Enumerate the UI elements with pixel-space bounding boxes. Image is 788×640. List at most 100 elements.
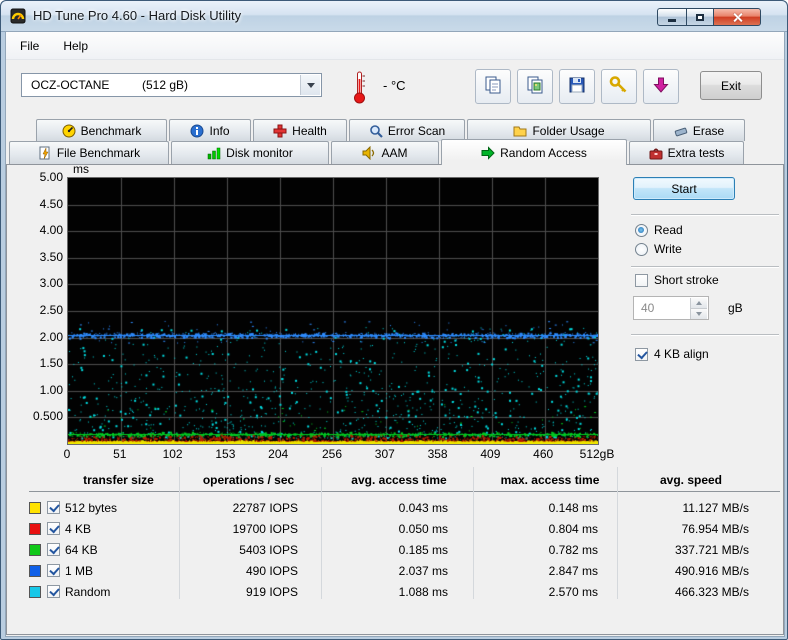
transfer-size-label: 4 KB	[65, 522, 91, 536]
tab-error-scan[interactable]: Error Scan	[349, 119, 465, 141]
short-stroke-unit-label: gB	[728, 301, 743, 315]
tab-file-benchmark[interactable]: File Benchmark	[9, 141, 169, 164]
app-icon	[10, 8, 26, 24]
minimize-button[interactable]	[657, 8, 686, 26]
thermometer-icon	[352, 70, 367, 104]
short-stroke-option[interactable]: Short stroke	[635, 273, 719, 287]
window-controls	[657, 8, 761, 26]
table-row-random: Random919 IOPS1.088 ms2.570 ms466.323 MB…	[1, 582, 779, 602]
series-color-swatch	[29, 586, 41, 598]
header-rule	[29, 491, 780, 492]
copy-image-button[interactable]	[517, 69, 553, 104]
random-access-chart	[67, 177, 599, 445]
align-label: 4 KB align	[654, 347, 709, 361]
file-benchmark-icon	[38, 146, 52, 160]
titlebar[interactable]: HD Tune Pro 4.60 - Hard Disk Utility	[1, 1, 787, 32]
row-checkbox[interactable]	[47, 522, 60, 535]
short-stroke-checkbox[interactable]	[635, 274, 648, 287]
info-icon	[190, 124, 204, 138]
y-tick-label: 2.00	[17, 330, 63, 344]
x-tick-label: 409	[460, 447, 520, 461]
x-tick-label: 512gB	[567, 447, 627, 461]
drive-name: OCZ-OCTANE	[31, 78, 109, 92]
copy-text-button[interactable]	[475, 69, 511, 104]
chevron-down-icon[interactable]	[300, 75, 320, 95]
download-icon	[651, 75, 671, 98]
access-key-button[interactable]	[601, 69, 637, 104]
tab-extra-tests[interactable]: Extra tests	[629, 141, 744, 164]
exit-button[interactable]: Exit	[700, 71, 762, 100]
table-row-4-kb: 4 KB19700 IOPS0.050 ms0.804 ms76.954 MB/…	[1, 519, 779, 539]
series-color-swatch	[29, 502, 41, 514]
y-axis-unit: ms	[73, 162, 89, 176]
cell-avg: 0.185 ms	[331, 543, 448, 557]
download-button[interactable]	[643, 69, 679, 104]
cell-avg: 1.088 ms	[331, 585, 448, 599]
menu-help[interactable]: Help	[53, 35, 98, 57]
start-button[interactable]: Start	[633, 177, 735, 200]
menu-file[interactable]: File	[10, 35, 49, 57]
tab-label: Folder Usage	[532, 124, 604, 138]
write-option[interactable]: Write	[635, 242, 682, 256]
save-icon	[567, 75, 587, 98]
tab-benchmark[interactable]: Benchmark	[36, 119, 167, 141]
table-row-1-mb: 1 MB490 IOPS2.037 ms2.847 ms490.916 MB/s	[1, 561, 779, 581]
x-tick-label: 204	[248, 447, 308, 461]
aam-icon	[362, 146, 376, 160]
align-checkbox[interactable]	[635, 348, 648, 361]
drive-capacity: (512 gB)	[142, 78, 188, 92]
tab-label: File Benchmark	[57, 146, 140, 160]
drive-selector[interactable]: OCZ-OCTANE (512 gB)	[21, 73, 322, 97]
x-tick-label: 256	[302, 447, 362, 461]
cell-max: 2.570 ms	[481, 585, 598, 599]
row-checkbox[interactable]	[47, 543, 60, 556]
read-radio[interactable]	[635, 224, 648, 237]
save-button[interactable]	[559, 69, 595, 104]
tab-label: Disk monitor	[226, 146, 293, 160]
cell-ops: 22787 IOPS	[186, 501, 298, 515]
tab-aam[interactable]: AAM	[331, 141, 439, 164]
cell-avg: 2.037 ms	[331, 564, 448, 578]
tab-health[interactable]: Health	[253, 119, 347, 141]
tab-info[interactable]: Info	[169, 119, 251, 141]
spinner-down-button[interactable]	[690, 309, 707, 319]
write-radio[interactable]	[635, 243, 648, 256]
series-color-swatch	[29, 523, 41, 535]
y-tick-label: 1.50	[17, 356, 63, 370]
tab-label: Info	[209, 124, 229, 138]
tab-disk-monitor[interactable]: Disk monitor	[171, 141, 329, 164]
tab-erase[interactable]: Erase	[653, 119, 745, 141]
row-checkbox[interactable]	[47, 564, 60, 577]
write-label: Write	[654, 242, 682, 256]
cell-ops: 490 IOPS	[186, 564, 298, 578]
cell-ops: 5403 IOPS	[186, 543, 298, 557]
window-title: HD Tune Pro 4.60 - Hard Disk Utility	[33, 8, 241, 23]
read-option[interactable]: Read	[635, 223, 683, 237]
cell-max: 2.847 ms	[481, 564, 598, 578]
error-scan-icon	[369, 124, 383, 138]
short-stroke-size-value: 40	[641, 301, 654, 315]
cell-max: 0.804 ms	[481, 522, 598, 536]
align-option[interactable]: 4 KB align	[635, 347, 709, 361]
table-row-64-kb: 64 KB5403 IOPS0.185 ms0.782 ms337.721 MB…	[1, 540, 779, 560]
cell-max: 0.782 ms	[481, 543, 598, 557]
short-stroke-size-input[interactable]: 40	[633, 296, 709, 320]
read-label: Read	[654, 223, 683, 237]
tab-label: Error Scan	[388, 124, 445, 138]
series-color-swatch	[29, 565, 41, 577]
cell-ops: 919 IOPS	[186, 585, 298, 599]
cell-speed: 490.916 MB/s	[621, 564, 749, 578]
tab-random-access[interactable]: Random Access	[441, 139, 627, 165]
x-tick-label: 307	[355, 447, 415, 461]
spinner-up-button[interactable]	[690, 298, 707, 309]
tab-label: Health	[292, 124, 327, 138]
separator	[631, 214, 779, 216]
maximize-icon	[696, 14, 704, 21]
close-button[interactable]	[713, 8, 761, 26]
column-header-operations-sec: operations / sec	[186, 473, 311, 487]
tab-folder-usage[interactable]: Folder Usage	[467, 119, 651, 141]
row-checkbox[interactable]	[47, 585, 60, 598]
table-row-512-bytes: 512 bytes22787 IOPS0.043 ms0.148 ms11.12…	[1, 498, 779, 518]
row-checkbox[interactable]	[47, 501, 60, 514]
maximize-button[interactable]	[686, 8, 713, 26]
